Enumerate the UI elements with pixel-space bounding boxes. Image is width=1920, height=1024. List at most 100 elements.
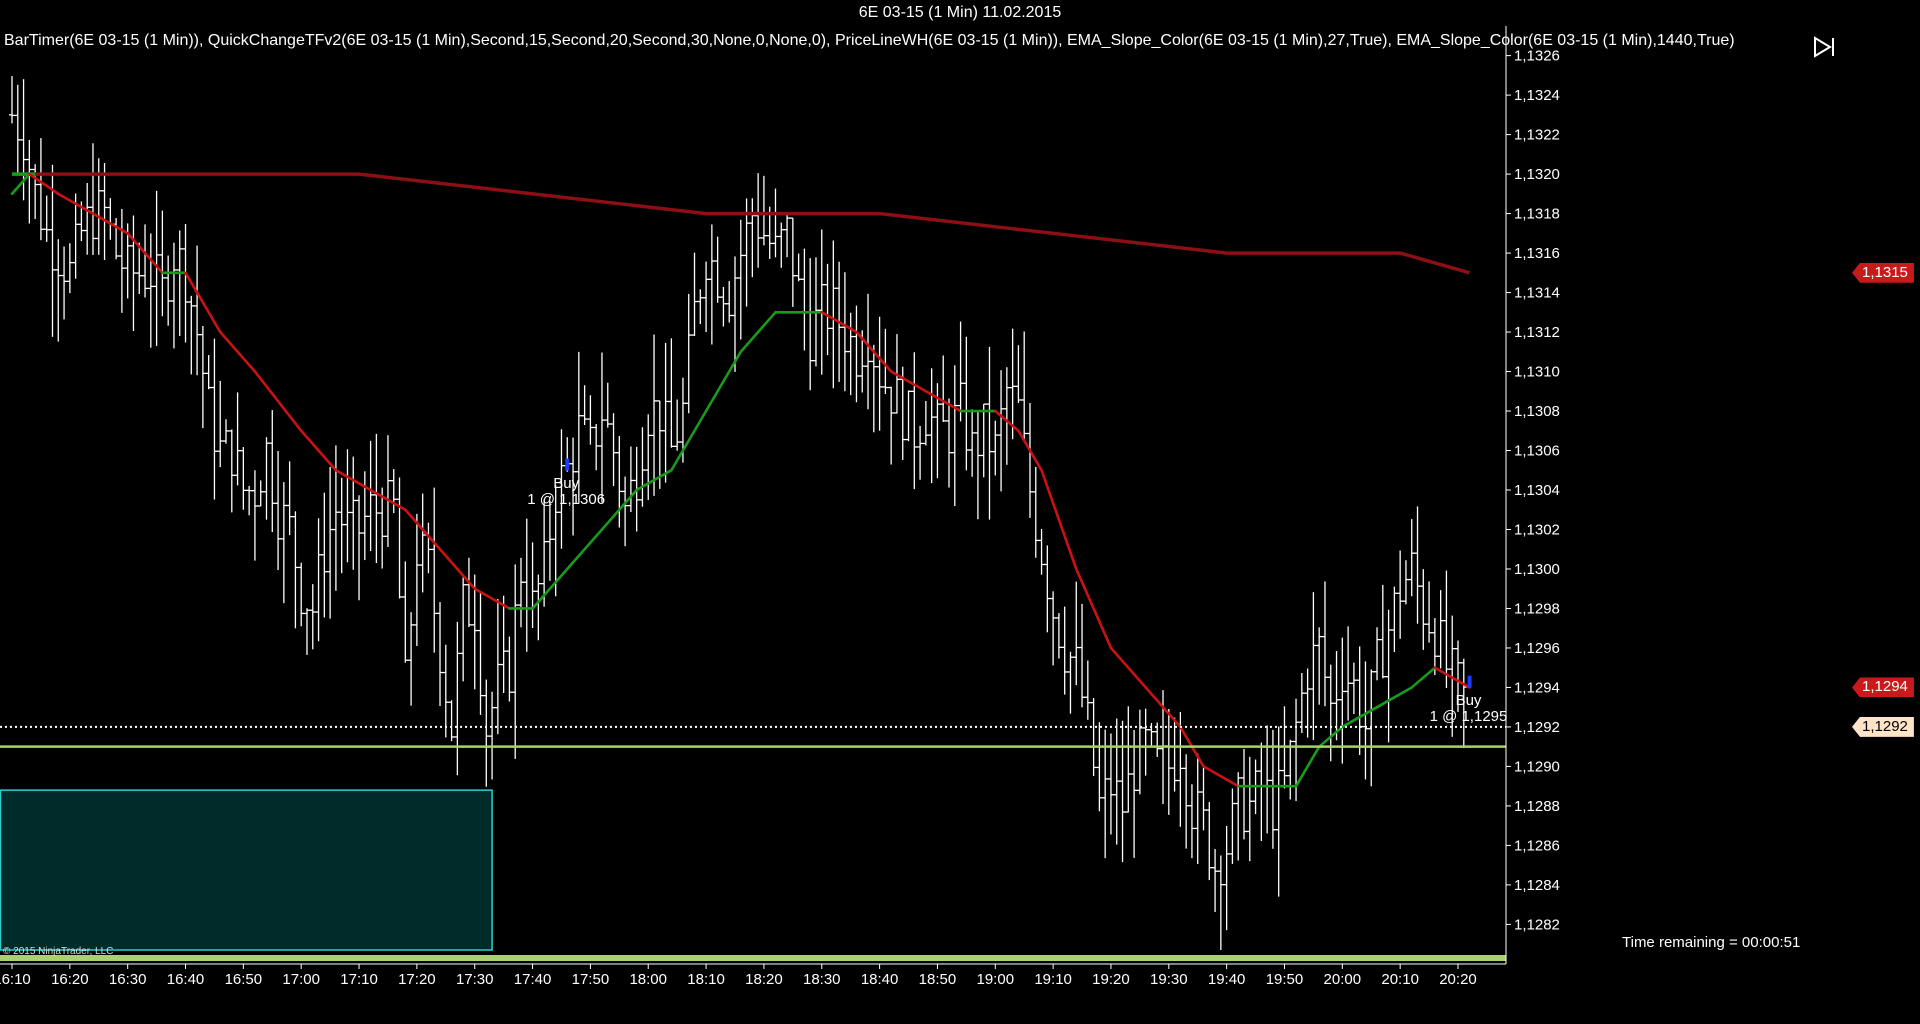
price-bar: [807, 258, 814, 391]
price-bar: [1212, 848, 1219, 913]
copyright-text: © 2015 NinjaTrader, LLC: [3, 946, 114, 957]
price-bar: [732, 256, 738, 372]
y-tick-label: 1,1290: [1514, 758, 1560, 775]
price-bar: [356, 495, 363, 601]
x-tick-label: 16:10: [0, 971, 31, 988]
price-bar: [928, 368, 935, 484]
price-bar: [344, 449, 351, 563]
ema-27-segment: [739, 310, 777, 354]
y-tick-label: 1,1284: [1514, 877, 1560, 894]
price-bar: [1061, 606, 1068, 695]
price-bar: [1246, 756, 1253, 862]
price-bar: [1374, 627, 1381, 681]
price-bar: [338, 477, 345, 574]
price-bar: [500, 595, 507, 694]
ema-27-segment: [218, 330, 257, 373]
price-bar: [801, 248, 808, 351]
x-tick-label: 17:20: [398, 971, 436, 988]
price-bar: [1026, 403, 1033, 518]
price-bar: [1038, 528, 1045, 575]
price-bar: [454, 621, 461, 776]
y-tick-label: 1,1302: [1514, 521, 1560, 538]
price-bar: [917, 425, 924, 480]
price-bar: [593, 423, 600, 471]
price-bar: [865, 293, 872, 410]
price-bar: [228, 429, 235, 513]
price-bar: [14, 84, 21, 175]
price-bar: [1044, 545, 1051, 633]
price-chart[interactable]: 1,1282 1,1284 1,1286 1,1288 1,1290 1,1292 1,12…: [0, 26, 1920, 996]
y-tick-label: 1,1306: [1514, 443, 1560, 460]
price-bar: [217, 380, 224, 468]
price-bar: [720, 286, 727, 327]
time-remaining: Time remaining = 00:00:51: [1622, 934, 1801, 951]
price-bar: [494, 599, 501, 735]
price-bar: [1032, 466, 1039, 558]
price-bar: [170, 242, 177, 349]
price-bar: [142, 224, 149, 298]
x-tick-label: 19:50: [1266, 971, 1304, 988]
price-bar: [402, 561, 409, 663]
x-tick-label: 17:30: [456, 971, 494, 988]
x-tick-label: 20:20: [1439, 971, 1477, 988]
price-bar: [1090, 698, 1097, 777]
x-tick-label: 16:20: [51, 971, 89, 988]
price-bar: [1084, 660, 1091, 720]
price-bar: [55, 239, 62, 342]
y-tick-label: 1,1300: [1514, 561, 1560, 578]
ema-27-segment: [1109, 646, 1147, 689]
price-bar: [963, 336, 970, 471]
price-bar: [772, 188, 779, 258]
price-bar: [980, 403, 987, 478]
x-tick-label: 16:40: [167, 971, 205, 988]
price-bar: [662, 342, 669, 483]
y-tick-label: 1,1308: [1514, 403, 1560, 420]
ema-27-segment: [253, 370, 303, 433]
price-bar: [1420, 569, 1427, 650]
buy-marker-label: Buy: [553, 474, 580, 492]
price-bar: [286, 461, 293, 536]
price-bar: [413, 513, 420, 647]
price-bar: [384, 435, 391, 547]
price-bar: [876, 316, 883, 431]
price-bar: [703, 261, 710, 333]
price-bar: [1350, 662, 1357, 715]
price-bar: [367, 440, 374, 552]
price-bar: [905, 390, 912, 442]
buy-marker-label: Buy: [1455, 691, 1482, 709]
price-bar: [847, 312, 854, 396]
price-bar: [1113, 718, 1120, 845]
y-tick-label: 1,1286: [1514, 837, 1560, 854]
price-bar: [737, 219, 744, 340]
price-bar: [437, 602, 444, 707]
price-bar: [373, 433, 380, 563]
ema-27-segment: [10, 172, 31, 196]
price-bar: [922, 400, 929, 446]
price-bar: [107, 198, 114, 240]
price-bar: [1079, 603, 1086, 708]
x-tick-label: 17:00: [282, 971, 320, 988]
price-bar: [223, 419, 230, 444]
ema-27-segment: [704, 350, 743, 413]
buy-marker-fill: 1 @ 1,1306: [527, 490, 606, 508]
price-bar: [147, 233, 154, 348]
y-tick-label: 1,1304: [1514, 482, 1560, 499]
price-tag-ema1440: 1,1315: [1852, 262, 1914, 283]
price-bar: [841, 272, 848, 392]
zone-rectangle[interactable]: [0, 789, 493, 951]
x-tick-label: 18:50: [919, 971, 957, 988]
price-bar: [37, 138, 44, 241]
price-bar: [708, 224, 715, 345]
price-bar: [1021, 331, 1028, 442]
price-bar: [685, 293, 692, 414]
price-bar: [755, 173, 762, 268]
y-tick-label: 1,1288: [1514, 798, 1560, 815]
price-bar: [639, 427, 646, 507]
price-bar: [1316, 627, 1323, 705]
price-bar: [951, 365, 958, 506]
price-bar: [240, 447, 247, 510]
y-tick-label: 1,1318: [1514, 206, 1560, 223]
price-bar: [379, 487, 386, 569]
scroll-to-end-button[interactable]: [1812, 36, 1836, 58]
price-bar: [465, 557, 472, 628]
